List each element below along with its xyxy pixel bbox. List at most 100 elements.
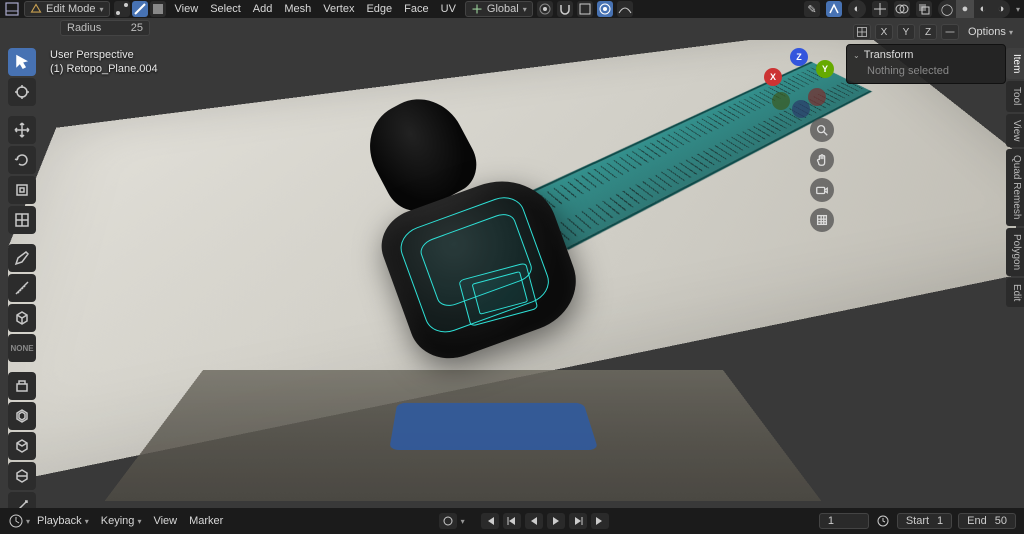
chevron-down-icon[interactable]: ▾ (461, 517, 465, 526)
axis-extra-icon[interactable] (941, 24, 959, 40)
timeline-menu-playback[interactable]: Playback ▾ (32, 514, 94, 528)
next-key-icon[interactable] (569, 513, 587, 529)
snap-type-icon[interactable] (577, 1, 593, 17)
nav-persp-icon[interactable] (810, 208, 834, 232)
jump-end-icon[interactable] (591, 513, 609, 529)
options-label: Options (968, 26, 1006, 38)
tab-view[interactable]: View (1006, 114, 1024, 148)
nav-pan-icon[interactable] (810, 148, 834, 172)
visibility-toggle-icon[interactable]: ◐ (848, 0, 866, 18)
play-icon[interactable] (547, 513, 565, 529)
start-frame-field[interactable]: Start 1 (897, 513, 952, 529)
play-reverse-icon[interactable] (525, 513, 543, 529)
tab-edit[interactable]: Edit (1006, 278, 1024, 307)
menu-edge[interactable]: Edge (361, 2, 397, 16)
tab-item[interactable]: Item (1006, 48, 1024, 79)
face-select-icon[interactable] (150, 1, 166, 17)
tool-inset[interactable] (8, 402, 36, 430)
radius-field[interactable]: Radius 25 (60, 20, 150, 36)
tool-rotate[interactable] (8, 146, 36, 174)
viewport-3d[interactable] (8, 40, 1016, 504)
axis-x-button[interactable]: X (875, 24, 893, 40)
mode-label: Edit Mode (46, 3, 96, 15)
shading-rendered-icon[interactable]: ◑ (992, 0, 1010, 18)
chevron-down-icon[interactable]: ▾ (26, 517, 30, 526)
gizmo-axis-neg[interactable] (792, 100, 810, 118)
tool-annotate[interactable] (8, 244, 36, 272)
xray-toggle-icon[interactable] (916, 1, 932, 17)
gizmo-axis-y[interactable]: Y (816, 60, 834, 78)
options-menu[interactable]: Options ▾ (963, 25, 1018, 39)
end-frame-field[interactable]: End 50 (958, 513, 1016, 529)
jump-start-icon[interactable] (481, 513, 499, 529)
nav-zoom-icon[interactable] (810, 118, 834, 142)
timeline-editor-icon[interactable] (8, 513, 24, 529)
autokey-icon[interactable] (439, 513, 457, 529)
nav-gizmo[interactable]: Z X Y (764, 48, 834, 118)
gizmo-toggle-icon[interactable] (872, 1, 888, 17)
gizmo-axis-z[interactable]: Z (790, 48, 808, 66)
tool-extrude-region[interactable] (8, 372, 36, 400)
snap-toggle-icon[interactable] (557, 1, 573, 17)
vertex-select-icon[interactable] (114, 1, 130, 17)
frame-range-icon[interactable] (875, 513, 891, 529)
axis-z-button[interactable]: Z (919, 24, 937, 40)
n-panel-tabs: Item Tool View Quad Remesh Polygon Edit (1006, 48, 1024, 307)
radius-label: Radius (67, 22, 101, 34)
menu-mesh[interactable]: Mesh (279, 2, 316, 16)
shading-solid-icon[interactable]: ● (956, 0, 974, 18)
tool-transform[interactable] (8, 206, 36, 234)
menu-uv[interactable]: UV (436, 2, 461, 16)
falloff-icon[interactable] (617, 1, 633, 17)
menu-add[interactable]: Add (248, 2, 278, 16)
tab-polygon[interactable]: Polygon (1006, 228, 1024, 276)
radius-value: 25 (131, 22, 143, 34)
orientation-select[interactable]: Global ▾ (465, 1, 533, 17)
axis-grid-icon[interactable] (853, 24, 871, 40)
shading-dropdown-icon[interactable]: ▾ (1016, 5, 1020, 14)
mode-select[interactable]: Edit Mode ▾ (24, 1, 110, 17)
select-mode-group (114, 1, 166, 17)
menu-vertex[interactable]: Vertex (318, 2, 359, 16)
mesh-edit-options-icon[interactable]: ✎ (804, 1, 820, 17)
edge-select-icon[interactable] (132, 1, 148, 17)
timeline-menu-view[interactable]: View (148, 514, 182, 528)
retopo-overlay-icon[interactable] (826, 1, 842, 17)
pivot-icon[interactable] (537, 1, 553, 17)
gizmo-axis-x[interactable]: X (764, 68, 782, 86)
timeline-right: 1 Start 1 End 50 (819, 513, 1016, 529)
viewport-overlay-info: User Perspective (1) Retopo_Plane.004 (50, 48, 158, 76)
current-frame-field[interactable]: 1 (819, 513, 869, 529)
viewport-editor: Edit Mode ▾ View Select Add Mesh Vertex … (0, 0, 1024, 534)
proportional-edit-icon[interactable] (597, 1, 613, 17)
menu-view[interactable]: View (170, 2, 204, 16)
tool-loop-cut[interactable] (8, 462, 36, 490)
tool-measure[interactable] (8, 274, 36, 302)
gizmo-axis-neg[interactable] (772, 92, 790, 110)
overlays-toggle-icon[interactable] (894, 1, 910, 17)
tool-scale[interactable] (8, 176, 36, 204)
n-panel-header[interactable]: ⌄ Transform (853, 49, 999, 61)
editor-type-icon[interactable] (4, 1, 20, 17)
timeline-menu-keying[interactable]: Keying ▾ (96, 514, 147, 528)
shading-wire-icon[interactable]: ◯ (938, 0, 956, 18)
menu-select[interactable]: Select (205, 2, 246, 16)
tool-add-cube[interactable] (8, 304, 36, 332)
gizmo-axis-neg[interactable] (808, 88, 826, 106)
shading-matpreview-icon[interactable]: ◐ (974, 0, 992, 18)
menu-face[interactable]: Face (399, 2, 433, 16)
tool-select-box[interactable] (8, 48, 36, 76)
end-label: End (967, 515, 987, 527)
tab-tool[interactable]: Tool (1006, 81, 1024, 111)
nav-camera-icon[interactable] (810, 178, 834, 202)
tool-bevel[interactable] (8, 432, 36, 460)
prev-key-icon[interactable] (503, 513, 521, 529)
tab-quadremesh[interactable]: Quad Remesh (1006, 149, 1024, 225)
axis-y-button[interactable]: Y (897, 24, 915, 40)
timeline-menu-marker[interactable]: Marker (184, 514, 228, 528)
tool-cursor[interactable] (8, 78, 36, 106)
tool-none[interactable]: NONE (8, 334, 36, 362)
tool-move[interactable] (8, 116, 36, 144)
axis-options-bar: X Y Z Options ▾ (853, 22, 1018, 42)
overlay-line-2: (1) Retopo_Plane.004 (50, 62, 158, 76)
